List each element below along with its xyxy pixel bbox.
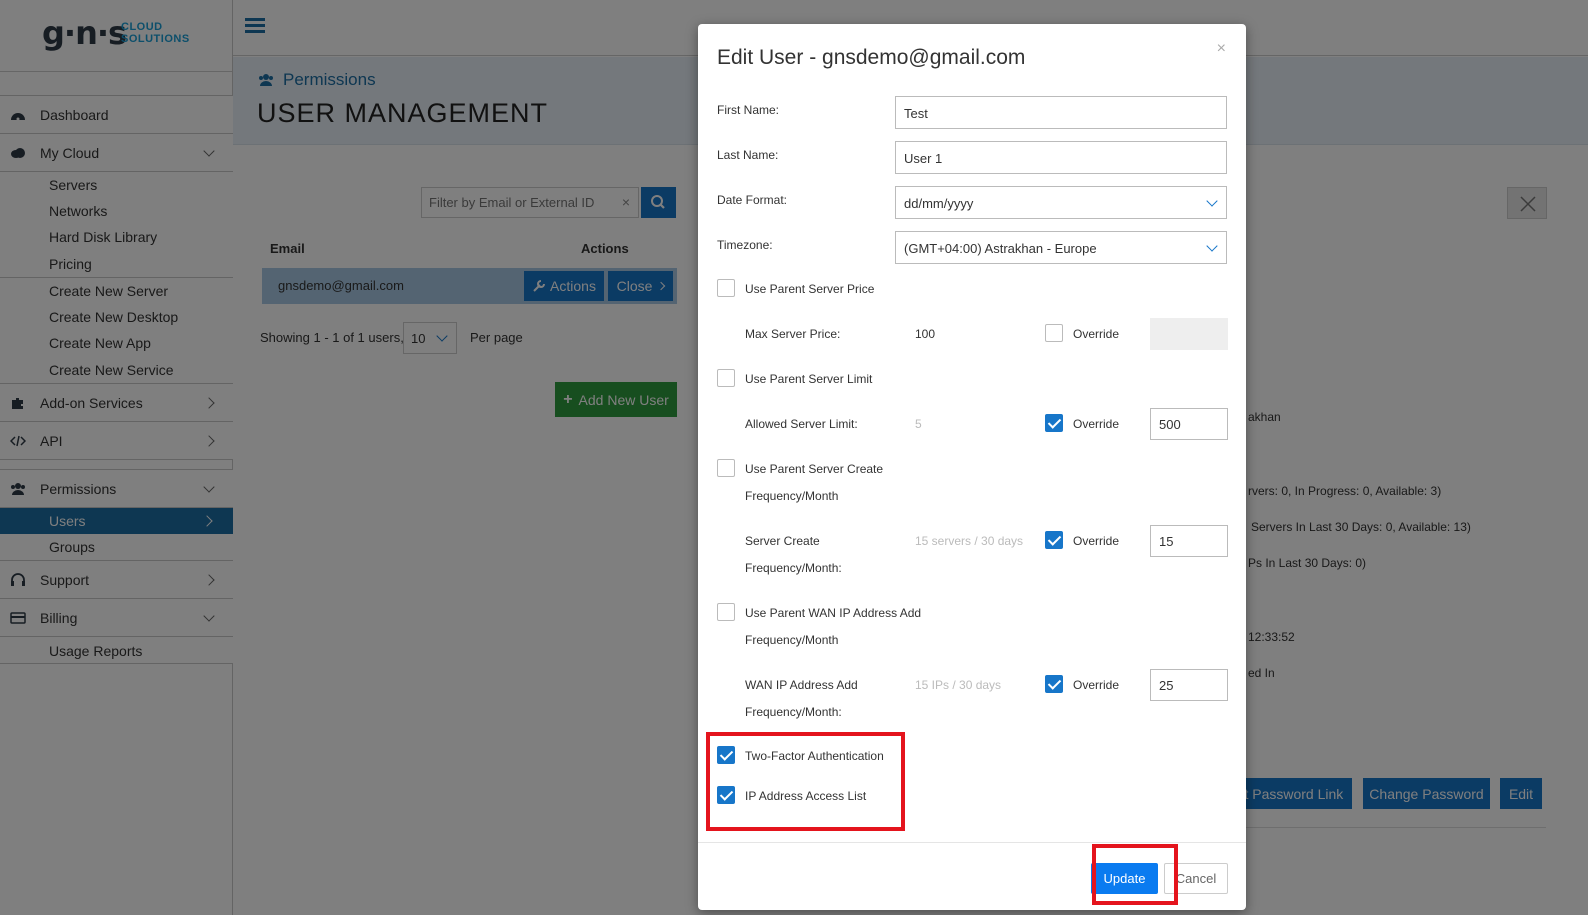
server-create-label-line2: Frequency/Month: xyxy=(745,561,842,575)
override-price-checkbox[interactable] xyxy=(1045,324,1063,342)
wan-parent: 15 IPs / 30 days xyxy=(915,678,1002,692)
close-icon[interactable]: × xyxy=(1217,40,1226,58)
use-parent-wan-label: Use Parent WAN IP Address Add xyxy=(745,606,922,620)
allowed-limit-parent: 5 xyxy=(915,417,922,431)
date-format-select[interactable]: dd/mm/yyyy xyxy=(895,186,1227,219)
server-create-input[interactable]: 15 xyxy=(1150,525,1228,557)
override-label: Override xyxy=(1073,678,1120,692)
use-parent-wan-checkbox[interactable] xyxy=(717,603,735,621)
override-label: Override xyxy=(1073,327,1120,341)
override-wan-checkbox[interactable] xyxy=(1045,675,1063,693)
date-format-label: Date Format: xyxy=(717,193,788,207)
wan-label: WAN IP Address Add xyxy=(745,678,858,692)
server-create-parent: 15 servers / 30 days xyxy=(915,534,1024,548)
use-parent-create-label: Use Parent Server Create xyxy=(745,462,884,476)
wan-label-line2: Frequency/Month: xyxy=(745,705,842,719)
modal-title: Edit User - gnsdemo@gmail.com xyxy=(717,46,1026,69)
last-name-label: Last Name: xyxy=(717,148,779,162)
use-parent-price-checkbox[interactable] xyxy=(717,279,735,297)
date-format-value: dd/mm/yyyy xyxy=(904,196,974,211)
first-name-field[interactable]: Test xyxy=(895,96,1227,129)
modal-footer-divider xyxy=(698,842,1246,843)
max-price-value: 100 xyxy=(915,327,936,341)
first-name-label: First Name: xyxy=(717,103,780,117)
override-limit-checkbox[interactable] xyxy=(1045,414,1063,432)
use-parent-limit-checkbox[interactable] xyxy=(717,369,735,387)
timezone-select[interactable]: (GMT+04:00) Astrakhan - Europe xyxy=(895,231,1227,264)
timezone-value: (GMT+04:00) Astrakhan - Europe xyxy=(904,241,1097,256)
use-parent-price-label: Use Parent Server Price xyxy=(745,282,875,296)
chevron-down-icon xyxy=(1206,195,1218,207)
use-parent-create-checkbox[interactable] xyxy=(717,459,735,477)
chevron-down-icon xyxy=(1206,240,1218,252)
server-create-label: Server Create xyxy=(745,534,820,548)
use-parent-limit-label: Use Parent Server Limit xyxy=(745,372,873,386)
highlight-box xyxy=(1092,844,1178,905)
last-name-field[interactable]: User 1 xyxy=(895,141,1227,174)
wan-input[interactable]: 25 xyxy=(1150,669,1228,701)
override-label: Override xyxy=(1073,534,1120,548)
max-price-input[interactable] xyxy=(1150,318,1228,350)
edit-user-modal: Edit User - gnsdemo@gmail.com × First Na… xyxy=(698,24,1246,910)
override-label: Override xyxy=(1073,417,1120,431)
timezone-label: Timezone: xyxy=(717,238,773,252)
highlight-box xyxy=(706,732,905,831)
use-parent-wan-label-line2: Frequency/Month xyxy=(745,633,839,647)
override-create-checkbox[interactable] xyxy=(1045,531,1063,549)
max-price-label: Max Server Price: xyxy=(745,327,841,341)
use-parent-create-label-line2: Frequency/Month xyxy=(745,489,839,503)
allowed-limit-input[interactable]: 500 xyxy=(1150,408,1228,440)
allowed-limit-label: Allowed Server Limit: xyxy=(745,417,858,431)
